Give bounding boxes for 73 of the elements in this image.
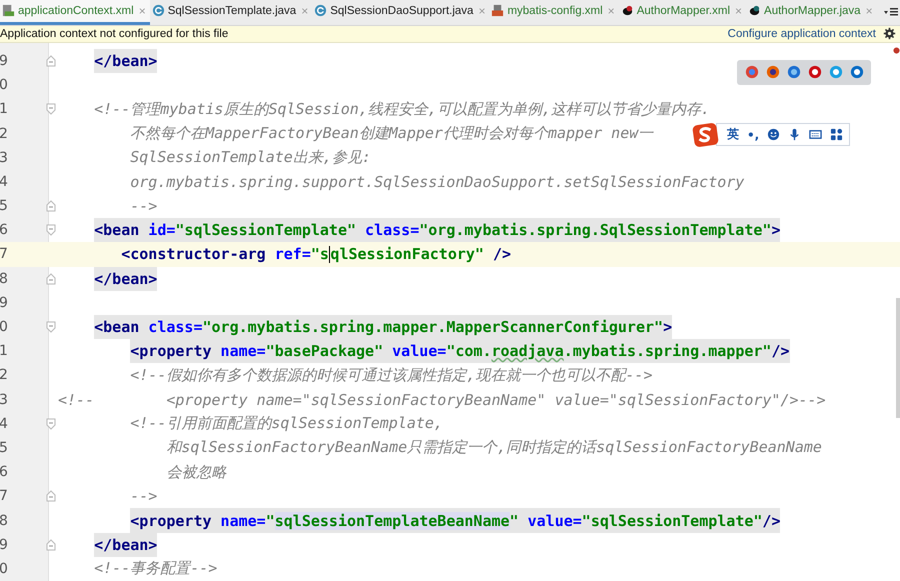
close-icon[interactable]: ×: [299, 4, 308, 18]
editor-tab[interactable]: applicationContext.xml ×: [0, 0, 150, 25]
line-number: 8: [0, 512, 9, 529]
line-number: 0: [0, 77, 9, 94]
code-line: <!-- <property name="sqlSessionFactoryBeanName" value="sqlSessionFactory"/>-->: [58, 390, 826, 411]
line-number: 5: [0, 198, 9, 214]
line-number: 6: [0, 222, 9, 238]
error-icon[interactable]: [893, 46, 900, 54]
notification-message: Application context not configured for this file: [0, 28, 230, 40]
line-number: 7: [0, 246, 9, 262]
fold-marker[interactable]: [46, 538, 56, 551]
code-line: -->: [130, 196, 158, 218]
language-toggle[interactable]: 英: [727, 126, 739, 144]
line-number: 6: [0, 464, 9, 480]
close-icon[interactable]: ×: [864, 4, 873, 18]
code-line: <!--管理mybatis原生的SqlSession,线程安全,可以配置为单例,这样可以节省少量内存.: [94, 98, 710, 120]
microphone-icon[interactable]: [788, 128, 802, 142]
xml-file-icon: [2, 4, 15, 18]
punctuation-toggle[interactable]: •,: [747, 128, 760, 142]
close-icon[interactable]: ×: [606, 4, 615, 18]
line-number: 2: [0, 367, 9, 384]
code-line: 会被忽略: [166, 462, 226, 483]
line-number: 2: [0, 126, 9, 142]
editor-tab[interactable]: mybatis-config.xml ×: [489, 0, 619, 25]
code-line: 和sqlSessionFactoryBeanName只需指定一个,同时指定的话sqlSessionFactoryBeanName: [166, 437, 822, 458]
fold-marker[interactable]: [46, 272, 56, 285]
fold-marker[interactable]: [46, 200, 56, 212]
line-number: 8: [0, 270, 9, 287]
line-number: 4: [0, 416, 9, 432]
code-line: -->: [130, 486, 158, 508]
line-number: 7: [0, 488, 9, 504]
line-number: 1: [0, 101, 9, 118]
fold-marker[interactable]: [46, 54, 56, 67]
tab-list-icon[interactable]: [882, 6, 899, 18]
fold-marker[interactable]: [46, 321, 56, 334]
grid-icon[interactable]: [830, 128, 844, 142]
code-line: org.mybatis.spring.support.SqlSessionDaoSupport.setSqlSessionFactory: [130, 172, 744, 193]
xml-file-icon: [491, 4, 504, 18]
line-number: 9: [0, 52, 9, 69]
line-number: 0: [0, 319, 9, 336]
editor-tab[interactable]: AuthorMapper.java ×: [746, 0, 877, 25]
fold-marker[interactable]: [46, 490, 56, 502]
settings-icon[interactable]: [883, 27, 896, 40]
configure-link[interactable]: Configure application context: [728, 28, 876, 40]
close-icon[interactable]: ×: [136, 4, 146, 18]
class-icon: [152, 4, 165, 18]
fold-marker[interactable]: [46, 418, 56, 430]
line-number: 9: [0, 536, 9, 553]
code-line: <!--引用前面配置的sqlSessionTemplate,: [130, 413, 443, 434]
fold-marker[interactable]: [46, 224, 56, 236]
code-line: <!--事务配置-->: [94, 558, 218, 580]
emoji-icon[interactable]: [767, 128, 780, 142]
fold-marker[interactable]: [46, 103, 56, 116]
line-number: 3: [0, 150, 9, 166]
editor-tab[interactable]: SqlSessionDaoSupport.java ×: [312, 0, 490, 25]
line-number: 0: [0, 560, 9, 577]
scrollbar-thumb[interactable]: [896, 298, 900, 418]
code-line: <!--假如你有多个数据源的时候可通过该属性指定,现在就一个也可以不配-->: [130, 364, 652, 386]
close-icon[interactable]: ×: [476, 4, 486, 18]
class-icon: [314, 4, 328, 18]
code-line: <constructor-arg ref="sqlSessionFactory" />: [121, 244, 512, 266]
code-line: 不然每个在MapperFactoryBean创建Mapper代理时会对每个mapper new一: [130, 123, 654, 144]
close-icon[interactable]: ×: [733, 4, 742, 18]
editor-tab[interactable]: AuthorMapper.xml ×: [618, 0, 746, 25]
line-number: 5: [0, 440, 9, 456]
line-number: 4: [0, 174, 9, 190]
code-line: SqlSessionTemplate出来,参见:: [130, 147, 371, 168]
line-number: 9: [0, 294, 9, 311]
line-number: 1: [0, 343, 9, 360]
line-number: 3: [0, 392, 9, 408]
editor-tab[interactable]: SqlSessionTemplate.java ×: [150, 0, 312, 25]
keyboard-icon[interactable]: [809, 128, 822, 142]
ime-logo-icon[interactable]: [692, 122, 719, 147]
